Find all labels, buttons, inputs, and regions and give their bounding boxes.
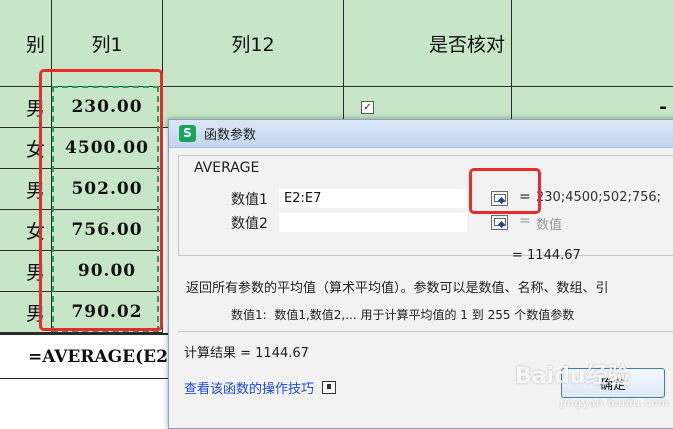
highlight-box-picker [469, 168, 541, 214]
dialog-title: 函数参数 [204, 128, 257, 143]
baidu-watermark-logo: Baidu经验 [515, 364, 630, 389]
parameter-description: 数值1: 数值1,数值2,... 用于计算平均值的 1 到 255 个数值参数 [231, 306, 574, 323]
dialog-titlebar[interactable]: S 函数参数 [169, 120, 673, 148]
arg2-value: 数值 [536, 218, 563, 233]
param-label: 数值1: [231, 308, 267, 322]
arg2-input[interactable] [279, 213, 467, 232]
calculation-result: 计算结果 = 1144.67 [184, 346, 309, 361]
wps-app-icon: S [179, 125, 196, 142]
header-cell-col12[interactable]: 列12 [163, 0, 344, 87]
param-text: 数值1,数值2,... 用于计算平均值的 1 到 255 个数值参数 [274, 308, 575, 322]
checkbox[interactable]: ✓ [361, 101, 374, 114]
range-picker-icon[interactable] [491, 215, 508, 230]
video-icon [322, 381, 337, 394]
highlight-box-range [39, 69, 163, 331]
help-link[interactable]: 查看该函数的操作技巧 [184, 378, 337, 397]
header-cell-extra[interactable] [512, 0, 673, 87]
function-name: AVERAGE [194, 160, 260, 176]
header-cell-check[interactable]: 是否核对 [344, 0, 512, 87]
function-total: = 1144.67 [512, 248, 581, 263]
arg1-input[interactable] [279, 189, 467, 208]
arg1-value: 230;4500;502;756; [536, 190, 662, 205]
arg2-equals: = [519, 213, 531, 229]
baidu-watermark-url: jingyan.baidu.com [560, 398, 670, 409]
arg2-label: 数值2 [231, 216, 268, 232]
divider [178, 331, 673, 332]
function-description: 返回所有参数的平均值（算术平均值）。参数可以是数值、名称、数组、引 [186, 281, 609, 296]
arg1-label: 数值1 [231, 192, 268, 208]
